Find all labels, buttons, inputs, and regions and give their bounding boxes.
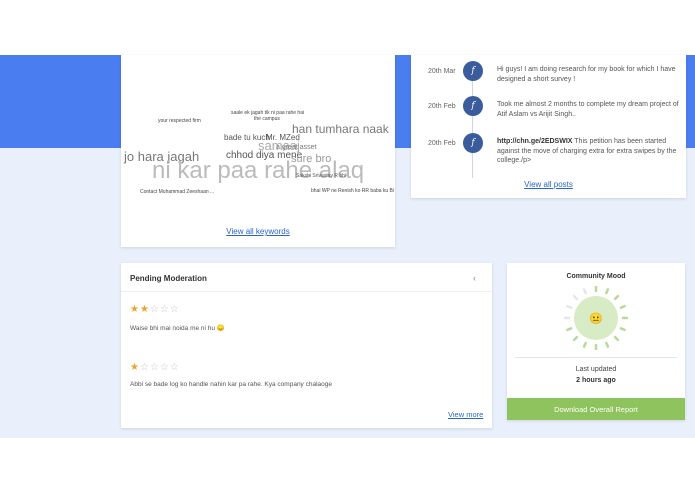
- post-text: Hi guys! I am doing research for my book…: [497, 66, 676, 83]
- star-icon: ☆: [159, 304, 170, 315]
- gauge-tick: [619, 304, 626, 309]
- keyword[interactable]: Sakshi Srivastav R bhi: [296, 174, 346, 179]
- star-icon: ☆: [139, 362, 150, 373]
- gauge-tick: [582, 341, 587, 348]
- footer-area: [0, 438, 695, 494]
- view-all-posts-link[interactable]: View all posts: [411, 180, 686, 189]
- gauge-tick: [619, 327, 626, 332]
- gauge-tick: [613, 335, 620, 342]
- star-rating: ★★☆☆☆: [130, 305, 180, 315]
- neutral-face-icon: 😐: [589, 312, 603, 325]
- moderation-comment: Abbi se bade log ko handle nahin kar pa …: [130, 381, 333, 388]
- keyword[interactable]: han tumhara naak: [292, 123, 389, 135]
- star-icon: ☆: [149, 304, 160, 315]
- moderation-comment: Waise bhi mai noida me ni hu 😞: [130, 325, 225, 332]
- star-icon: ★: [130, 304, 140, 315]
- view-more-link[interactable]: View more: [448, 410, 483, 419]
- facebook-icon: f: [463, 61, 483, 81]
- gauge-tick: [605, 288, 610, 295]
- post-date: 20th Feb: [428, 140, 456, 147]
- view-all-keywords-link[interactable]: View all keywords: [121, 227, 395, 236]
- chevron-left-icon[interactable]: ‹: [473, 273, 476, 283]
- pending-moderation-card: Pending Moderation ‹ ★★☆☆☆ Waise bhi mai…: [121, 263, 492, 428]
- star-rating: ★☆☆☆☆: [130, 363, 180, 373]
- last-updated-time: 2 hours ago: [576, 377, 616, 384]
- mood-title: Community Mood: [566, 273, 626, 280]
- gauge-tick: [566, 304, 573, 309]
- download-report-button[interactable]: Download Overall Report: [507, 398, 685, 420]
- star-icon: ☆: [159, 362, 170, 373]
- post-date: 20th Feb: [428, 103, 456, 110]
- last-updated-label: Last updated: [575, 366, 617, 373]
- keyword[interactable]: the campus: [254, 117, 280, 122]
- star-icon: ☆: [169, 362, 180, 373]
- keyword-cloud-card: saale ek jagah tik ni paa rahe hai the c…: [121, 55, 395, 247]
- keyword[interactable]: your respected firm: [158, 119, 201, 124]
- moderation-title: Pending Moderation: [130, 274, 207, 283]
- divider: [121, 291, 492, 292]
- facebook-icon: f: [463, 96, 483, 116]
- gauge-tick: [605, 341, 610, 348]
- gauge-tick: [582, 288, 587, 295]
- keyword[interactable]: Contact Muhammad Zeeshaan ...: [140, 190, 214, 195]
- mood-gauge: 😐: [564, 286, 628, 350]
- gauge-tick: [572, 335, 579, 342]
- star-icon: ★: [130, 362, 140, 373]
- post-date: 20th Mar: [428, 68, 456, 75]
- post-text: Took me almost 2 months to complete my d…: [497, 101, 679, 118]
- timeline-line: [472, 70, 473, 178]
- post-text: http://chn.ge/2EDSWIX This petition has …: [497, 137, 679, 166]
- divider: [515, 357, 677, 358]
- posts-timeline-card: 20th Mar f Hi guys! I am doing research …: [411, 55, 686, 198]
- gauge-tick: [613, 294, 620, 301]
- post-link[interactable]: http://chn.ge/2EDSWIX: [497, 138, 572, 145]
- gauge-tick: [566, 327, 573, 332]
- community-mood-card: Community Mood 😐 Last updated 2 hours ag…: [507, 263, 685, 420]
- top-bar: [0, 0, 695, 55]
- keyword[interactable]: ni kar paa rahe alaq: [152, 159, 364, 183]
- keyword[interactable]: bhai WP ne Renish ko RR baba ku Bi: [311, 189, 394, 194]
- star-icon: ☆: [169, 304, 180, 315]
- star-icon: ☆: [149, 362, 160, 373]
- dashboard-page: saale ek jagah tik ni paa rahe hai the c…: [0, 0, 695, 494]
- gauge-tick: [572, 294, 579, 301]
- star-icon: ★: [139, 304, 150, 315]
- facebook-icon: f: [463, 133, 483, 153]
